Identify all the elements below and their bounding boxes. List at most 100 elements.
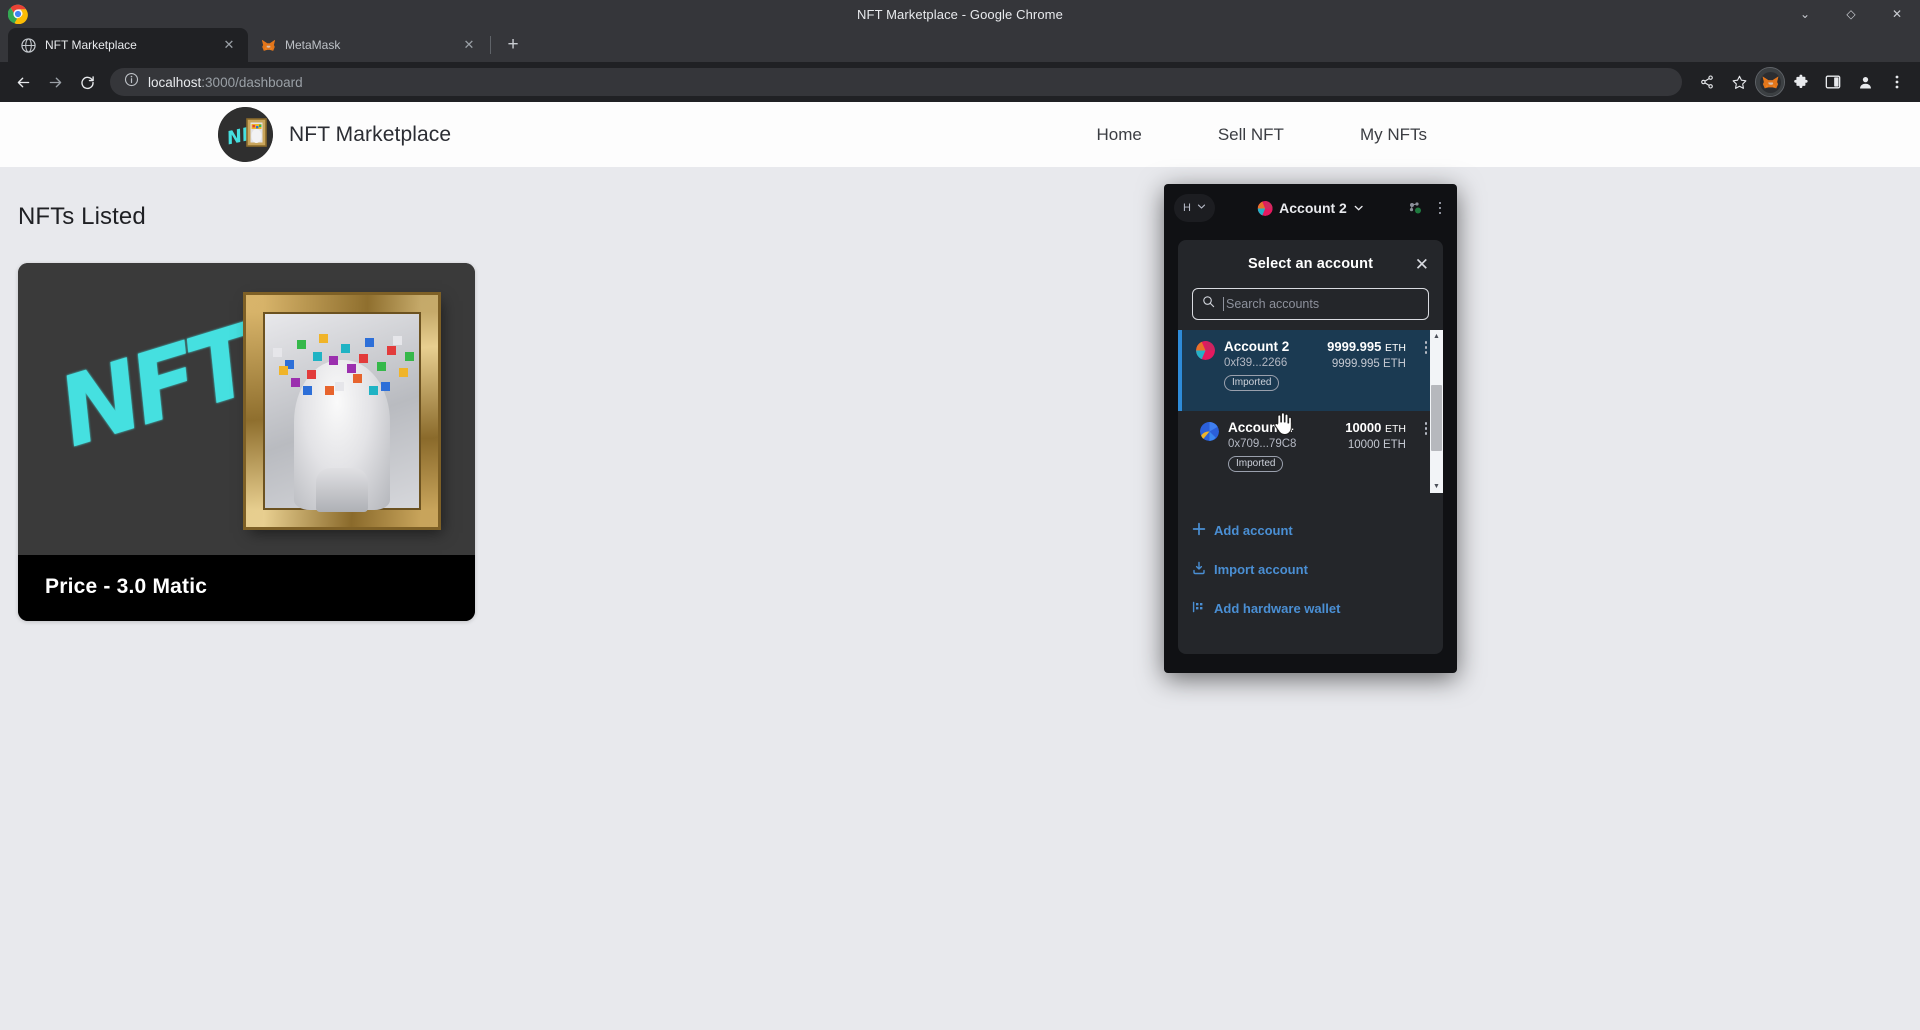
- account-list-item-account-2[interactable]: Account 2 0xf39...2266 Imported 9999.995…: [1178, 330, 1443, 411]
- plus-icon: [1192, 522, 1206, 539]
- chrome-window: NFT Marketplace - Google Chrome ⌄ ◇ ✕ NF…: [0, 0, 1920, 1030]
- nft-picture-frame: [246, 295, 438, 527]
- nft-card[interactable]: NFT Price - 3.0 Matic: [18, 263, 475, 621]
- brand-name: NFT Marketplace: [289, 122, 452, 146]
- close-icon[interactable]: ✕: [460, 36, 478, 54]
- modal-actions: Add account Import account Add hardware …: [1178, 493, 1443, 628]
- tab-metamask[interactable]: MetaMask ✕: [248, 28, 488, 62]
- add-hardware-wallet-button[interactable]: Add hardware wallet: [1192, 589, 1443, 628]
- network-label: H: [1183, 202, 1191, 214]
- current-account-name: Account 2: [1279, 200, 1347, 216]
- brand-logo-icon: NFT: [218, 107, 273, 162]
- account-secondary-balance: 9999.995 ETH: [1331, 358, 1406, 370]
- metamask-header-actions: [1407, 200, 1447, 216]
- search-icon: [1202, 295, 1215, 313]
- search-accounts-field[interactable]: [1192, 288, 1429, 320]
- chrome-menu-icon[interactable]: [1882, 67, 1912, 97]
- chevron-down-icon: [1197, 202, 1206, 214]
- account-identicon: [1257, 200, 1273, 216]
- browser-toolbar: localhost:3000/dashboard: [0, 62, 1920, 102]
- tab-nft-marketplace[interactable]: NFT Marketplace ✕: [8, 28, 248, 62]
- network-selector[interactable]: H: [1174, 194, 1215, 222]
- url-text: localhost:3000/dashboard: [148, 75, 303, 90]
- status-badge: Imported: [1228, 456, 1284, 472]
- global-menu-icon[interactable]: [1433, 201, 1447, 215]
- side-panel-icon[interactable]: [1818, 67, 1848, 97]
- site-navbar: NFT NFT Marketplace Home Sell NFT My NFT…: [0, 102, 1920, 167]
- hardware-wallet-icon: [1192, 600, 1206, 617]
- modal-title: Select an account: [1248, 256, 1373, 272]
- share-icon[interactable]: [1692, 67, 1722, 97]
- metamask-header: H Account 2: [1164, 184, 1457, 232]
- maximize-button[interactable]: ◇: [1828, 0, 1874, 28]
- close-icon[interactable]: ✕: [1415, 256, 1429, 273]
- nav-link-home[interactable]: Home: [1058, 125, 1179, 145]
- nft-artwork: NFT: [18, 263, 475, 555]
- account-balances: 10000 ETH 10000 ETH: [1345, 420, 1410, 483]
- search-area: [1178, 288, 1443, 330]
- connection-status-icon[interactable]: [1407, 200, 1423, 216]
- nav-link-sell-nft[interactable]: Sell NFT: [1180, 125, 1322, 145]
- account-balance: 10000 ETH: [1345, 420, 1406, 435]
- tab-title: NFT Marketplace: [45, 38, 137, 52]
- metamask-popup: H Account 2 Select an account ✕ Search a…: [1164, 184, 1457, 673]
- balance-currency: ETH: [1385, 342, 1406, 354]
- download-icon: [1192, 561, 1206, 578]
- profile-icon[interactable]: [1850, 67, 1880, 97]
- scroll-down-icon[interactable]: ▼: [1430, 480, 1443, 493]
- import-account-button[interactable]: Import account: [1192, 550, 1443, 589]
- site-info-icon[interactable]: [124, 72, 139, 92]
- window-controls: ⌄ ◇ ✕: [1782, 0, 1920, 28]
- new-tab-button[interactable]: +: [499, 31, 527, 59]
- account-address: 0x709...79C8: [1228, 438, 1297, 450]
- address-bar[interactable]: localhost:3000/dashboard: [110, 68, 1682, 96]
- scrollbar-thumb[interactable]: [1431, 385, 1442, 451]
- account-balances: 9999.995 ETH 9999.995 ETH: [1327, 339, 1410, 402]
- brand[interactable]: NFT NFT Marketplace: [218, 107, 451, 162]
- account-secondary-balance: 10000 ETH: [1347, 439, 1406, 451]
- add-account-label: Add account: [1214, 523, 1293, 538]
- accounts-list[interactable]: Account 2 0xf39...2266 Imported 9999.995…: [1178, 330, 1443, 493]
- balance-amount: 10000: [1345, 420, 1382, 435]
- balance-currency: ETH: [1385, 423, 1406, 435]
- bookmark-star-icon[interactable]: [1724, 67, 1754, 97]
- account-balance: 9999.995 ETH: [1327, 339, 1406, 354]
- account-list-item-account-4[interactable]: Account 4 0x709...79C8 Imported 10000 ET…: [1178, 411, 1443, 492]
- chrome-logo-icon: [7, 4, 28, 25]
- url-host: localhost: [148, 74, 202, 90]
- tab-separator: [490, 36, 491, 54]
- modal-header: Select an account ✕: [1178, 240, 1443, 288]
- scrollbar-track[interactable]: [1430, 343, 1443, 480]
- import-account-label: Import account: [1214, 562, 1308, 577]
- page-viewport: NFT NFT Marketplace Home Sell NFT My NFT…: [0, 102, 1920, 1030]
- search-input[interactable]: [1223, 297, 1419, 311]
- globe-icon: [20, 37, 36, 53]
- metamask-extension-icon[interactable]: [1755, 67, 1785, 97]
- account-identicon: [1200, 422, 1219, 441]
- forward-icon[interactable]: [40, 67, 70, 97]
- toolbar-actions: [1692, 67, 1912, 97]
- pixel-confetti: [269, 326, 421, 402]
- back-icon[interactable]: [8, 67, 38, 97]
- site-nav-links: Home Sell NFT My NFTs: [1058, 125, 1920, 145]
- extensions-puzzle-icon[interactable]: [1786, 67, 1816, 97]
- current-account-selector[interactable]: Account 2: [1257, 200, 1364, 216]
- title-bar: NFT Marketplace - Google Chrome ⌄ ◇ ✕: [0, 0, 1920, 28]
- close-window-button[interactable]: ✕: [1874, 0, 1920, 28]
- close-icon[interactable]: ✕: [220, 36, 238, 54]
- account-identicon: [1196, 341, 1215, 360]
- account-address: 0xf39...2266: [1224, 357, 1288, 369]
- balance-amount: 9999.995: [1327, 339, 1382, 354]
- window-title: NFT Marketplace - Google Chrome: [857, 6, 1063, 22]
- reload-icon[interactable]: [72, 67, 102, 97]
- minimize-button[interactable]: ⌄: [1782, 0, 1828, 28]
- accounts-scrollbar[interactable]: ▲ ▼: [1430, 330, 1443, 493]
- nft-price-label: Price - 3.0 Matic: [18, 555, 475, 621]
- chevron-down-icon: [1354, 200, 1364, 216]
- tab-title: MetaMask: [285, 38, 341, 52]
- tab-strip: NFT Marketplace ✕ MetaMask ✕ +: [0, 28, 1920, 62]
- nav-link-my-nfts[interactable]: My NFTs: [1322, 125, 1465, 145]
- add-account-button[interactable]: Add account: [1192, 511, 1443, 550]
- scroll-up-icon[interactable]: ▲: [1430, 330, 1443, 343]
- select-account-modal: Select an account ✕ Search accounts Acco…: [1178, 240, 1443, 654]
